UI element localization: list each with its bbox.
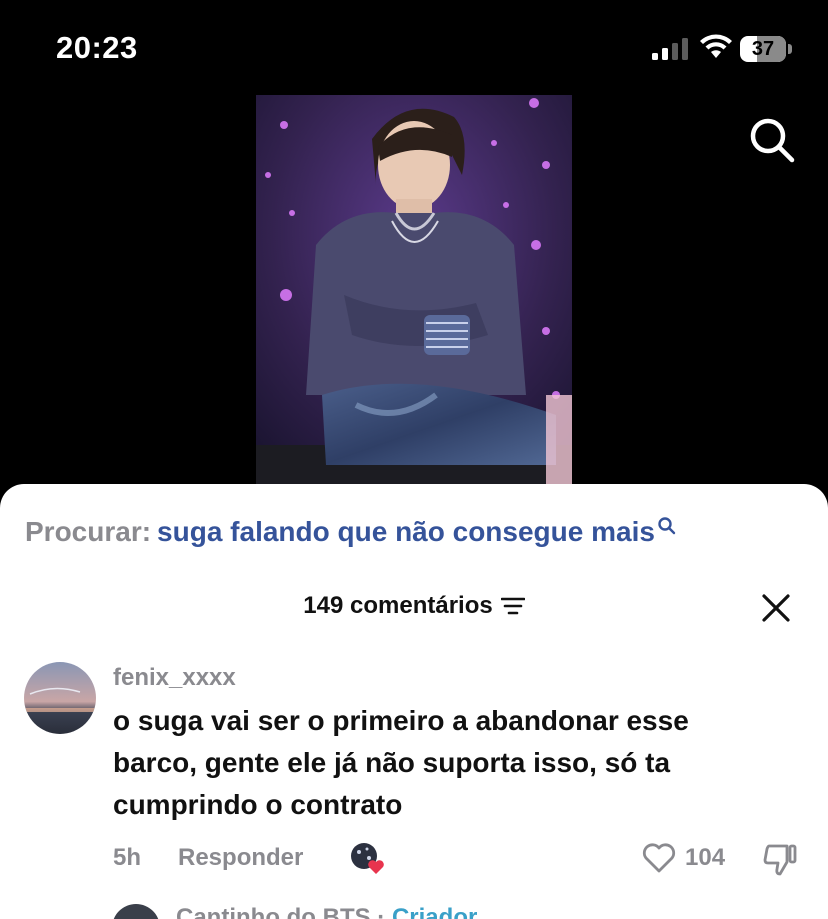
comment-username[interactable]: fenix_xxxx (113, 664, 236, 692)
search-query-link[interactable]: suga falando que não consegue mais (157, 516, 655, 547)
comments-header: 149 comentários (0, 592, 828, 620)
comment-text: o suga vai ser o primeiro a abandonar es… (113, 705, 689, 820)
related-search[interactable]: Procurar: suga falando que não consegue m… (25, 516, 677, 548)
creator-badge: Criador (391, 904, 478, 919)
comment-actions: 5h Responder 104 (113, 842, 813, 876)
creator-liked-icon (351, 843, 384, 874)
search-label: Procurar: (25, 516, 152, 547)
battery-level: 37 (751, 38, 775, 60)
status-time: 20:23 (56, 30, 138, 65)
creator-account-name: Cantinho do BTS (176, 904, 371, 919)
wifi-icon (700, 34, 732, 58)
video-thumbnail[interactable] (256, 95, 572, 487)
next-comment-username[interactable]: Cantinho do BTS · Criador (176, 904, 477, 919)
status-bar: 20:23 37 (0, 0, 828, 96)
comment-time: 5h (113, 844, 142, 871)
next-comment-preview: Cantinho do BTS · Criador (0, 900, 828, 919)
avatar[interactable] (112, 904, 160, 919)
video-frame-image (256, 95, 572, 487)
search-icon[interactable] (748, 116, 796, 164)
avatar[interactable] (24, 662, 96, 734)
cellular-signal-icon (652, 38, 688, 60)
close-icon[interactable] (760, 592, 792, 624)
battery-icon: 37 (740, 36, 792, 62)
heart-icon[interactable] (641, 842, 677, 874)
sort-filter-icon[interactable] (500, 596, 525, 616)
name-separator: · (370, 904, 392, 919)
comments-count: 149 comentários (303, 592, 493, 619)
comments-sheet: Procurar: suga falando que não consegue m… (0, 484, 828, 919)
reply-button[interactable]: Responder (178, 844, 303, 872)
small-search-icon (658, 517, 676, 535)
dislike-icon[interactable] (761, 842, 799, 878)
like-count: 104 (685, 844, 726, 871)
